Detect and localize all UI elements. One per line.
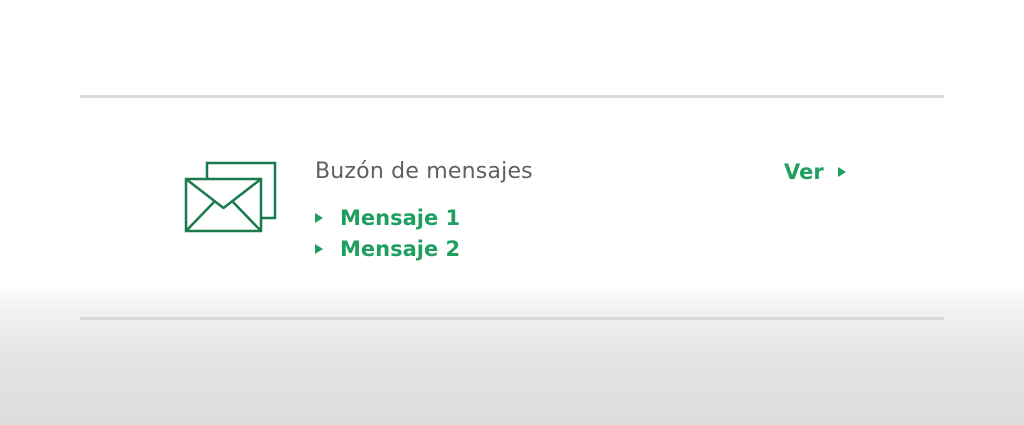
mailbox-title: Buzón de mensajes xyxy=(315,159,533,184)
message-link-2[interactable]: Mensaje 2 xyxy=(315,233,460,264)
view-all-label: Ver xyxy=(784,160,824,184)
message-label: Mensaje 1 xyxy=(340,205,461,230)
bottom-divider xyxy=(80,317,944,320)
top-divider xyxy=(80,95,944,98)
envelopes-icon xyxy=(184,161,277,233)
caret-right-icon xyxy=(315,243,323,254)
message-list: Mensaje 1 Mensaje 2 xyxy=(315,202,460,264)
message-label: Mensaje 2 xyxy=(340,236,461,261)
caret-right-icon xyxy=(837,167,846,177)
message-link-1[interactable]: Mensaje 1 xyxy=(315,202,460,233)
caret-right-icon xyxy=(315,212,323,223)
view-all-link[interactable]: Ver xyxy=(784,160,846,184)
